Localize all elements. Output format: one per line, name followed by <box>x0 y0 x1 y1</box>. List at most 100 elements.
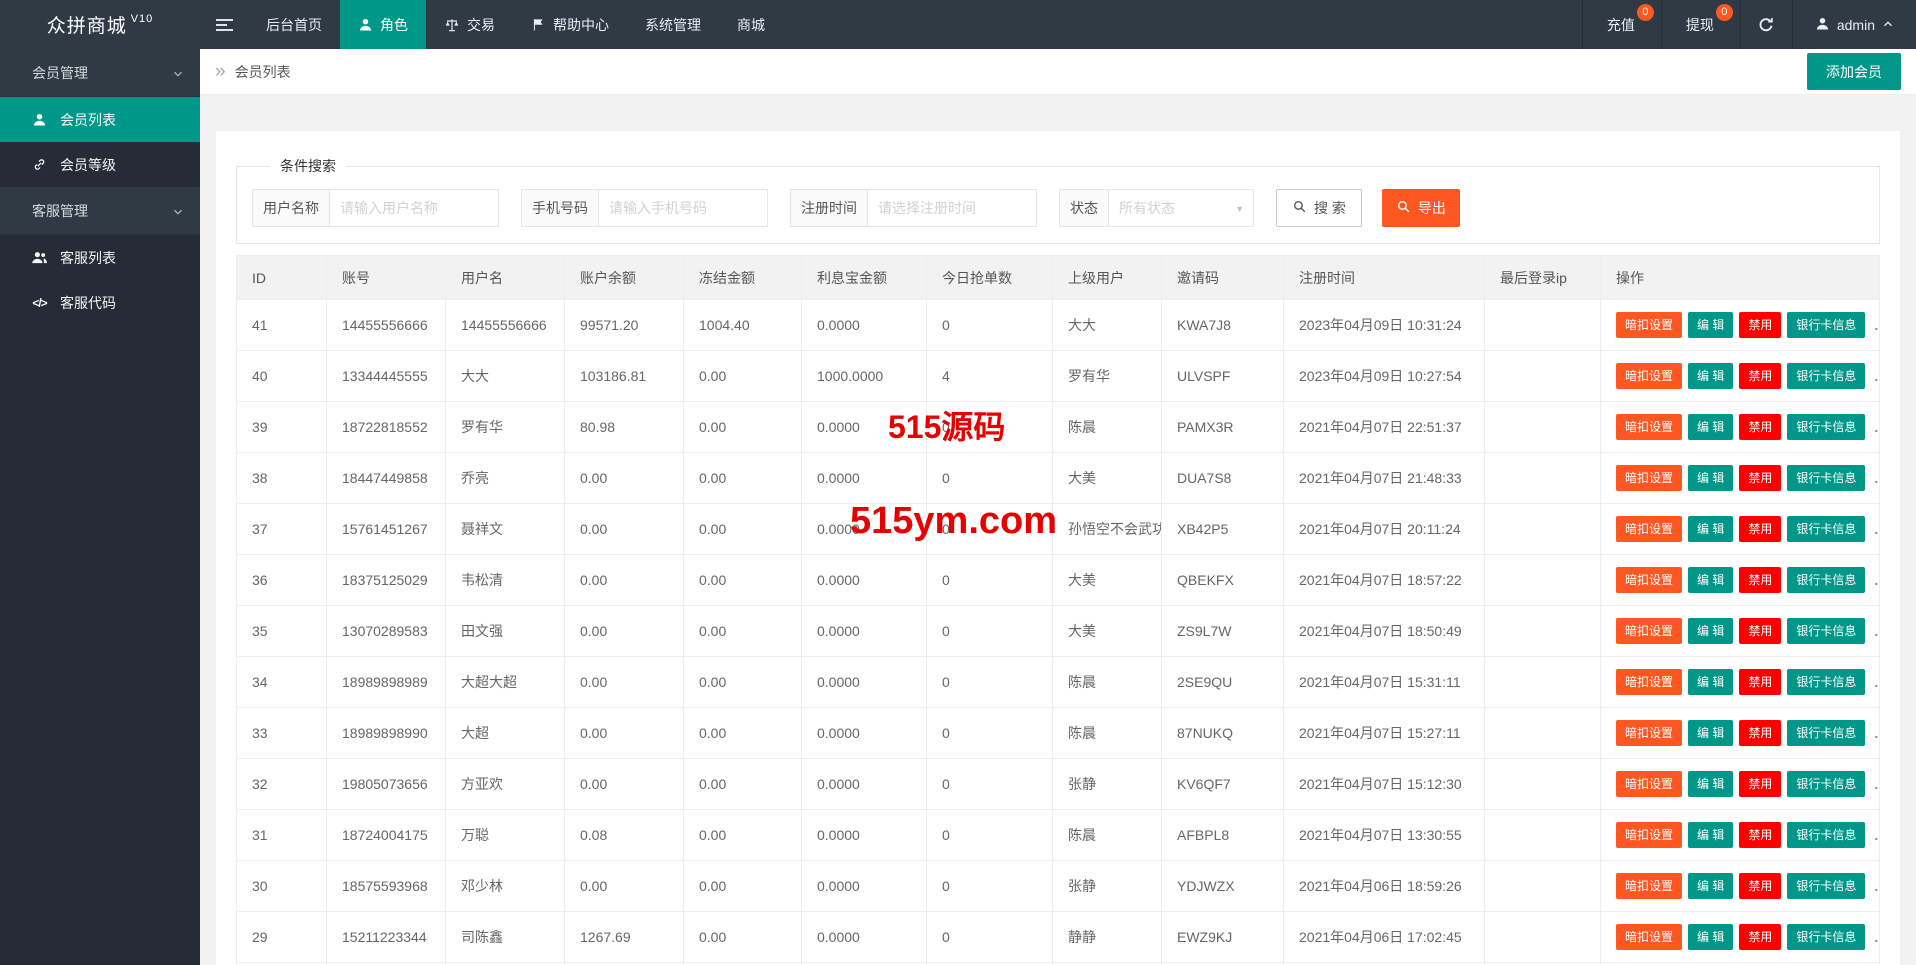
username-field[interactable] <box>329 189 499 227</box>
column-header: 账号 <box>326 255 446 300</box>
disable-button[interactable]: 禁用 <box>1739 822 1782 848</box>
edit-button[interactable]: 编 辑 <box>1688 771 1734 797</box>
hidden-deduction-settings-button[interactable]: 暗扣设置 <box>1616 465 1683 491</box>
edit-button[interactable]: 编 辑 <box>1688 669 1734 695</box>
bank-card-info-button[interactable]: 银行卡信息 <box>1787 720 1866 746</box>
nav-item-label: 角色 <box>380 16 408 33</box>
disable-button[interactable]: 禁用 <box>1739 618 1782 644</box>
nav-item-system-manage[interactable]: 系统管理 <box>627 0 719 49</box>
recharge-link[interactable]: 充值 0 <box>1581 0 1661 49</box>
edit-button[interactable]: 编 辑 <box>1688 363 1734 389</box>
more-actions-button[interactable]: ... <box>1874 878 1878 894</box>
hidden-deduction-settings-button[interactable]: 暗扣设置 <box>1616 516 1683 542</box>
bank-card-info-button[interactable]: 银行卡信息 <box>1787 618 1866 644</box>
sidebar-item-service-list[interactable]: 客服列表 <box>0 235 200 280</box>
sidebar-item-member-level[interactable]: 会员等级 <box>0 142 200 187</box>
hidden-deduction-settings-button[interactable]: 暗扣设置 <box>1616 822 1683 848</box>
edit-button[interactable]: 编 辑 <box>1688 465 1734 491</box>
chevron-down-icon <box>172 205 184 221</box>
hidden-deduction-settings-button[interactable]: 暗扣设置 <box>1616 771 1683 797</box>
edit-button[interactable]: 编 辑 <box>1688 924 1734 950</box>
more-actions-button[interactable]: ... <box>1874 827 1878 843</box>
search-legend: 条件搜索 <box>280 158 336 174</box>
bank-card-info-button[interactable]: 银行卡信息 <box>1787 465 1866 491</box>
search-button[interactable]: 搜 索 <box>1276 189 1362 227</box>
register-time-field[interactable] <box>867 189 1037 227</box>
add-member-button[interactable]: 添加会员 <box>1807 53 1901 90</box>
hidden-deduction-settings-button[interactable]: 暗扣设置 <box>1616 618 1683 644</box>
edit-button[interactable]: 编 辑 <box>1688 516 1734 542</box>
bank-card-info-button[interactable]: 银行卡信息 <box>1787 363 1866 389</box>
more-actions-button[interactable]: ... <box>1874 368 1878 384</box>
actions-cell: 暗扣设置编 辑禁用银行卡信息... <box>1600 605 1880 657</box>
table-cell: 0.0000 <box>801 809 927 861</box>
disable-button[interactable]: 禁用 <box>1739 720 1782 746</box>
edit-button[interactable]: 编 辑 <box>1688 822 1734 848</box>
hidden-deduction-settings-button[interactable]: 暗扣设置 <box>1616 924 1683 950</box>
hidden-deduction-settings-button[interactable]: 暗扣设置 <box>1616 414 1683 440</box>
more-actions-button[interactable]: ... <box>1874 929 1878 945</box>
phone-field[interactable] <box>598 189 768 227</box>
actions-cell: 暗扣设置编 辑禁用银行卡信息... <box>1600 503 1880 555</box>
edit-button[interactable]: 编 辑 <box>1688 873 1734 899</box>
more-actions-button[interactable]: ... <box>1874 674 1878 690</box>
edit-button[interactable]: 编 辑 <box>1688 312 1734 338</box>
disable-button[interactable]: 禁用 <box>1739 312 1782 338</box>
hidden-deduction-settings-button[interactable]: 暗扣设置 <box>1616 669 1683 695</box>
nav-item-mall[interactable]: 商城 <box>719 0 783 49</box>
refresh-icon[interactable] <box>1739 0 1792 49</box>
more-actions-button[interactable]: ... <box>1874 725 1878 741</box>
more-actions-button[interactable]: ... <box>1874 521 1878 537</box>
table-cell: ZS9L7W <box>1161 605 1284 657</box>
hidden-deduction-settings-button[interactable]: 暗扣设置 <box>1616 312 1683 338</box>
disable-button[interactable]: 禁用 <box>1739 363 1782 389</box>
hidden-deduction-settings-button[interactable]: 暗扣设置 <box>1616 363 1683 389</box>
hidden-deduction-settings-button[interactable]: 暗扣设置 <box>1616 873 1683 899</box>
sidebar-section-title[interactable]: 会员管理 <box>0 49 200 97</box>
status-select[interactable]: 所有状态 ▼ <box>1108 189 1254 227</box>
sidebar-item-service-code[interactable]: </> 客服代码 <box>0 280 200 325</box>
bank-card-info-button[interactable]: 银行卡信息 <box>1787 822 1866 848</box>
admin-menu[interactable]: admin <box>1791 0 1916 49</box>
disable-button[interactable]: 禁用 <box>1739 771 1782 797</box>
hidden-deduction-settings-button[interactable]: 暗扣设置 <box>1616 567 1683 593</box>
bank-card-info-button[interactable]: 银行卡信息 <box>1787 567 1866 593</box>
more-actions-button[interactable]: ... <box>1874 419 1878 435</box>
more-actions-button[interactable]: ... <box>1874 470 1878 486</box>
sidebar-section-title[interactable]: 客服管理 <box>0 187 200 235</box>
sidebar-item-member-list[interactable]: 会员列表 <box>0 97 200 142</box>
edit-button[interactable]: 编 辑 <box>1688 414 1734 440</box>
edit-button[interactable]: 编 辑 <box>1688 720 1734 746</box>
bank-card-info-button[interactable]: 银行卡信息 <box>1787 516 1866 542</box>
disable-button[interactable]: 禁用 <box>1739 669 1782 695</box>
table-cell: 0.00 <box>564 554 684 606</box>
nav-item-role[interactable]: 角色 <box>340 0 426 49</box>
table-cell <box>1484 809 1601 861</box>
disable-button[interactable]: 禁用 <box>1739 924 1782 950</box>
edit-button[interactable]: 编 辑 <box>1688 618 1734 644</box>
bank-card-info-button[interactable]: 银行卡信息 <box>1787 924 1866 950</box>
hidden-deduction-settings-button[interactable]: 暗扣设置 <box>1616 720 1683 746</box>
more-actions-button[interactable]: ... <box>1874 572 1878 588</box>
nav-item-help-center[interactable]: 帮助中心 <box>513 0 627 49</box>
disable-button[interactable]: 禁用 <box>1739 465 1782 491</box>
more-actions-button[interactable]: ... <box>1874 776 1878 792</box>
bank-card-info-button[interactable]: 银行卡信息 <box>1787 771 1866 797</box>
bank-card-info-button[interactable]: 银行卡信息 <box>1787 669 1866 695</box>
edit-button[interactable]: 编 辑 <box>1688 567 1734 593</box>
export-button[interactable]: 导出 <box>1381 189 1460 227</box>
disable-button[interactable]: 禁用 <box>1739 516 1782 542</box>
bank-card-info-button[interactable]: 银行卡信息 <box>1787 414 1866 440</box>
more-actions-button[interactable]: ... <box>1874 317 1878 333</box>
nav-item-home[interactable]: 后台首页 <box>248 0 340 49</box>
disable-button[interactable]: 禁用 <box>1739 873 1782 899</box>
nav-item-trade[interactable]: 交易 <box>426 0 513 49</box>
menu-toggle-icon[interactable] <box>200 0 248 49</box>
bank-card-info-button[interactable]: 银行卡信息 <box>1787 312 1866 338</box>
table-cell: 2021年04月07日 15:31:11 <box>1283 656 1485 708</box>
more-actions-button[interactable]: ... <box>1874 623 1878 639</box>
bank-card-info-button[interactable]: 银行卡信息 <box>1787 873 1866 899</box>
disable-button[interactable]: 禁用 <box>1739 567 1782 593</box>
withdraw-link[interactable]: 提现 0 <box>1660 0 1740 49</box>
disable-button[interactable]: 禁用 <box>1739 414 1782 440</box>
